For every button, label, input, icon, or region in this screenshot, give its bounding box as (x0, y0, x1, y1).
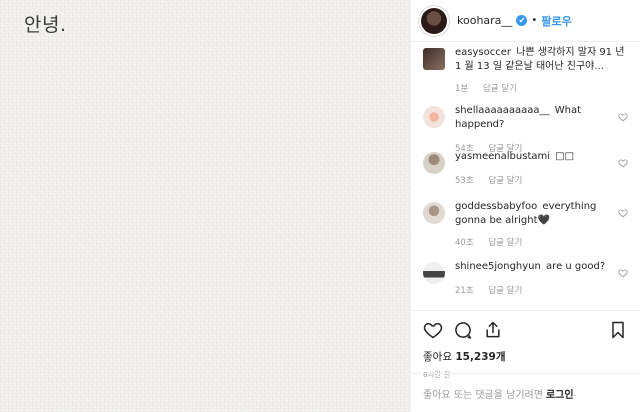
comment-time: 40초 (455, 238, 474, 248)
comment-icon[interactable] (453, 320, 473, 340)
instagram-post-view: 안녕. koohara__ ✔ • 팔로우 easysoccer 나쁜 생각하지… (0, 0, 640, 412)
login-link[interactable]: 로그인 (546, 386, 574, 401)
comment-time: 53초 (455, 176, 474, 186)
commenter-username[interactable]: goddessbabyfoo (455, 201, 537, 212)
login-prompt-bar: 좋아요 또는 댓글을 남기려면 로그인 . (411, 373, 640, 412)
comment-text: □□ (555, 151, 575, 162)
likes-number: 15,239개 (455, 351, 506, 363)
comment-item: yasmeenalbustami □□ 53초 답글 달기 (423, 150, 628, 188)
comment-item: easysoccer 나쁜 생각하지 말자 91 년 1 월 13 일 같은날 … (423, 46, 628, 96)
heart-icon[interactable] (423, 320, 443, 340)
commenter-username[interactable]: yasmeenalbustami (455, 151, 550, 162)
like-comment-heart-icon[interactable] (618, 268, 628, 278)
comment-item: shinee5jonghyun are u good? 21초 답글 달기 (423, 260, 628, 298)
comment-text: are u good? (546, 261, 606, 272)
follow-button[interactable]: 팔로우 (541, 13, 571, 29)
commenter-avatar[interactable] (423, 48, 445, 70)
commenter-avatar[interactable] (423, 106, 445, 128)
post-photo[interactable]: 안녕. (0, 0, 410, 412)
comment-item: goddessbabyfoo everything gonna be alrig… (423, 200, 628, 250)
likes-prefix: 좋아요 (423, 351, 452, 363)
likes-count[interactable]: 좋아요 15,239개 (423, 349, 628, 364)
comment-item: shellaaaaaaaaaa__ What happend? 54초 답글 달… (423, 104, 628, 156)
post-header: koohara__ ✔ • 팔로우 (411, 0, 640, 42)
reply-button[interactable]: 답글 달기 (488, 176, 522, 186)
author-username[interactable]: koohara__ (457, 14, 512, 27)
commenter-username[interactable]: shellaaaaaaaaaa__ (455, 105, 550, 116)
commenter-username[interactable]: easysoccer (455, 47, 511, 58)
comments-list[interactable]: easysoccer 나쁜 생각하지 말자 91 년 1 월 13 일 같은날 … (411, 42, 640, 310)
like-comment-heart-icon[interactable] (618, 158, 628, 168)
verified-badge-icon: ✔ (516, 15, 528, 26)
like-comment-heart-icon[interactable] (618, 208, 628, 218)
separator-dot: • (531, 15, 538, 26)
like-comment-heart-icon[interactable] (618, 112, 628, 122)
login-suffix: . (573, 387, 577, 399)
commenter-avatar[interactable] (423, 202, 445, 224)
commenter-avatar[interactable] (423, 262, 445, 284)
reply-button[interactable]: 답글 달기 (488, 286, 522, 296)
post-actions: 좋아요 15,239개 6시간 전 (411, 310, 640, 380)
commenter-avatar[interactable] (423, 152, 445, 174)
commenter-username[interactable]: shinee5jonghyun (455, 261, 541, 272)
share-icon[interactable] (483, 320, 503, 340)
comment-time: 1분 (455, 84, 469, 94)
post-sidebar: koohara__ ✔ • 팔로우 easysoccer 나쁜 생각하지 말자 … (410, 0, 640, 412)
author-avatar[interactable] (421, 7, 447, 34)
reply-button[interactable]: 답글 달기 (488, 238, 522, 248)
reply-button[interactable]: 답글 달기 (483, 84, 517, 94)
photo-caption-text: 안녕. (24, 14, 67, 36)
login-prompt-text: 좋아요 또는 댓글을 남기려면 (423, 389, 543, 401)
comment-time: 21초 (455, 286, 474, 296)
bookmark-icon[interactable] (608, 320, 628, 340)
